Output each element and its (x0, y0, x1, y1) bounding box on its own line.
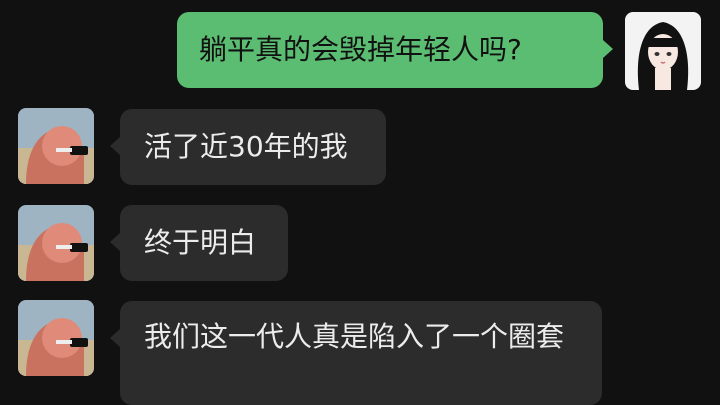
contact-avatar[interactable] (18, 300, 94, 376)
message-bubble-incoming[interactable]: 活了近30年的我 (110, 109, 386, 185)
message-bubble-incoming[interactable]: 终于明白 (110, 205, 288, 281)
message-text: 活了近30年的我 (144, 130, 348, 163)
message-text: 终于明白 (144, 226, 257, 259)
message-bubble-outgoing[interactable]: 躺平真的会毁掉年轻人吗? (177, 12, 613, 88)
message-text: 躺平真的会毁掉年轻人吗? (199, 33, 522, 66)
contact-avatar[interactable] (18, 108, 94, 184)
pink-masked-figure-avatar-icon (18, 300, 94, 376)
message-text: 我们这一代人真是陷入了一个圈套 (144, 320, 565, 353)
pink-masked-figure-avatar-icon (18, 205, 94, 281)
chat-window: 躺平真的会毁掉年轻人吗? 活了近30年的我 终于明白 我们这一代人真是陷入了一个… (0, 0, 720, 405)
anime-girl-avatar-icon (625, 12, 701, 90)
self-avatar[interactable] (625, 12, 701, 90)
message-bubble-incoming[interactable]: 我们这一代人真是陷入了一个圈套 (110, 301, 602, 405)
pink-masked-figure-avatar-icon (18, 108, 94, 184)
contact-avatar[interactable] (18, 205, 94, 281)
